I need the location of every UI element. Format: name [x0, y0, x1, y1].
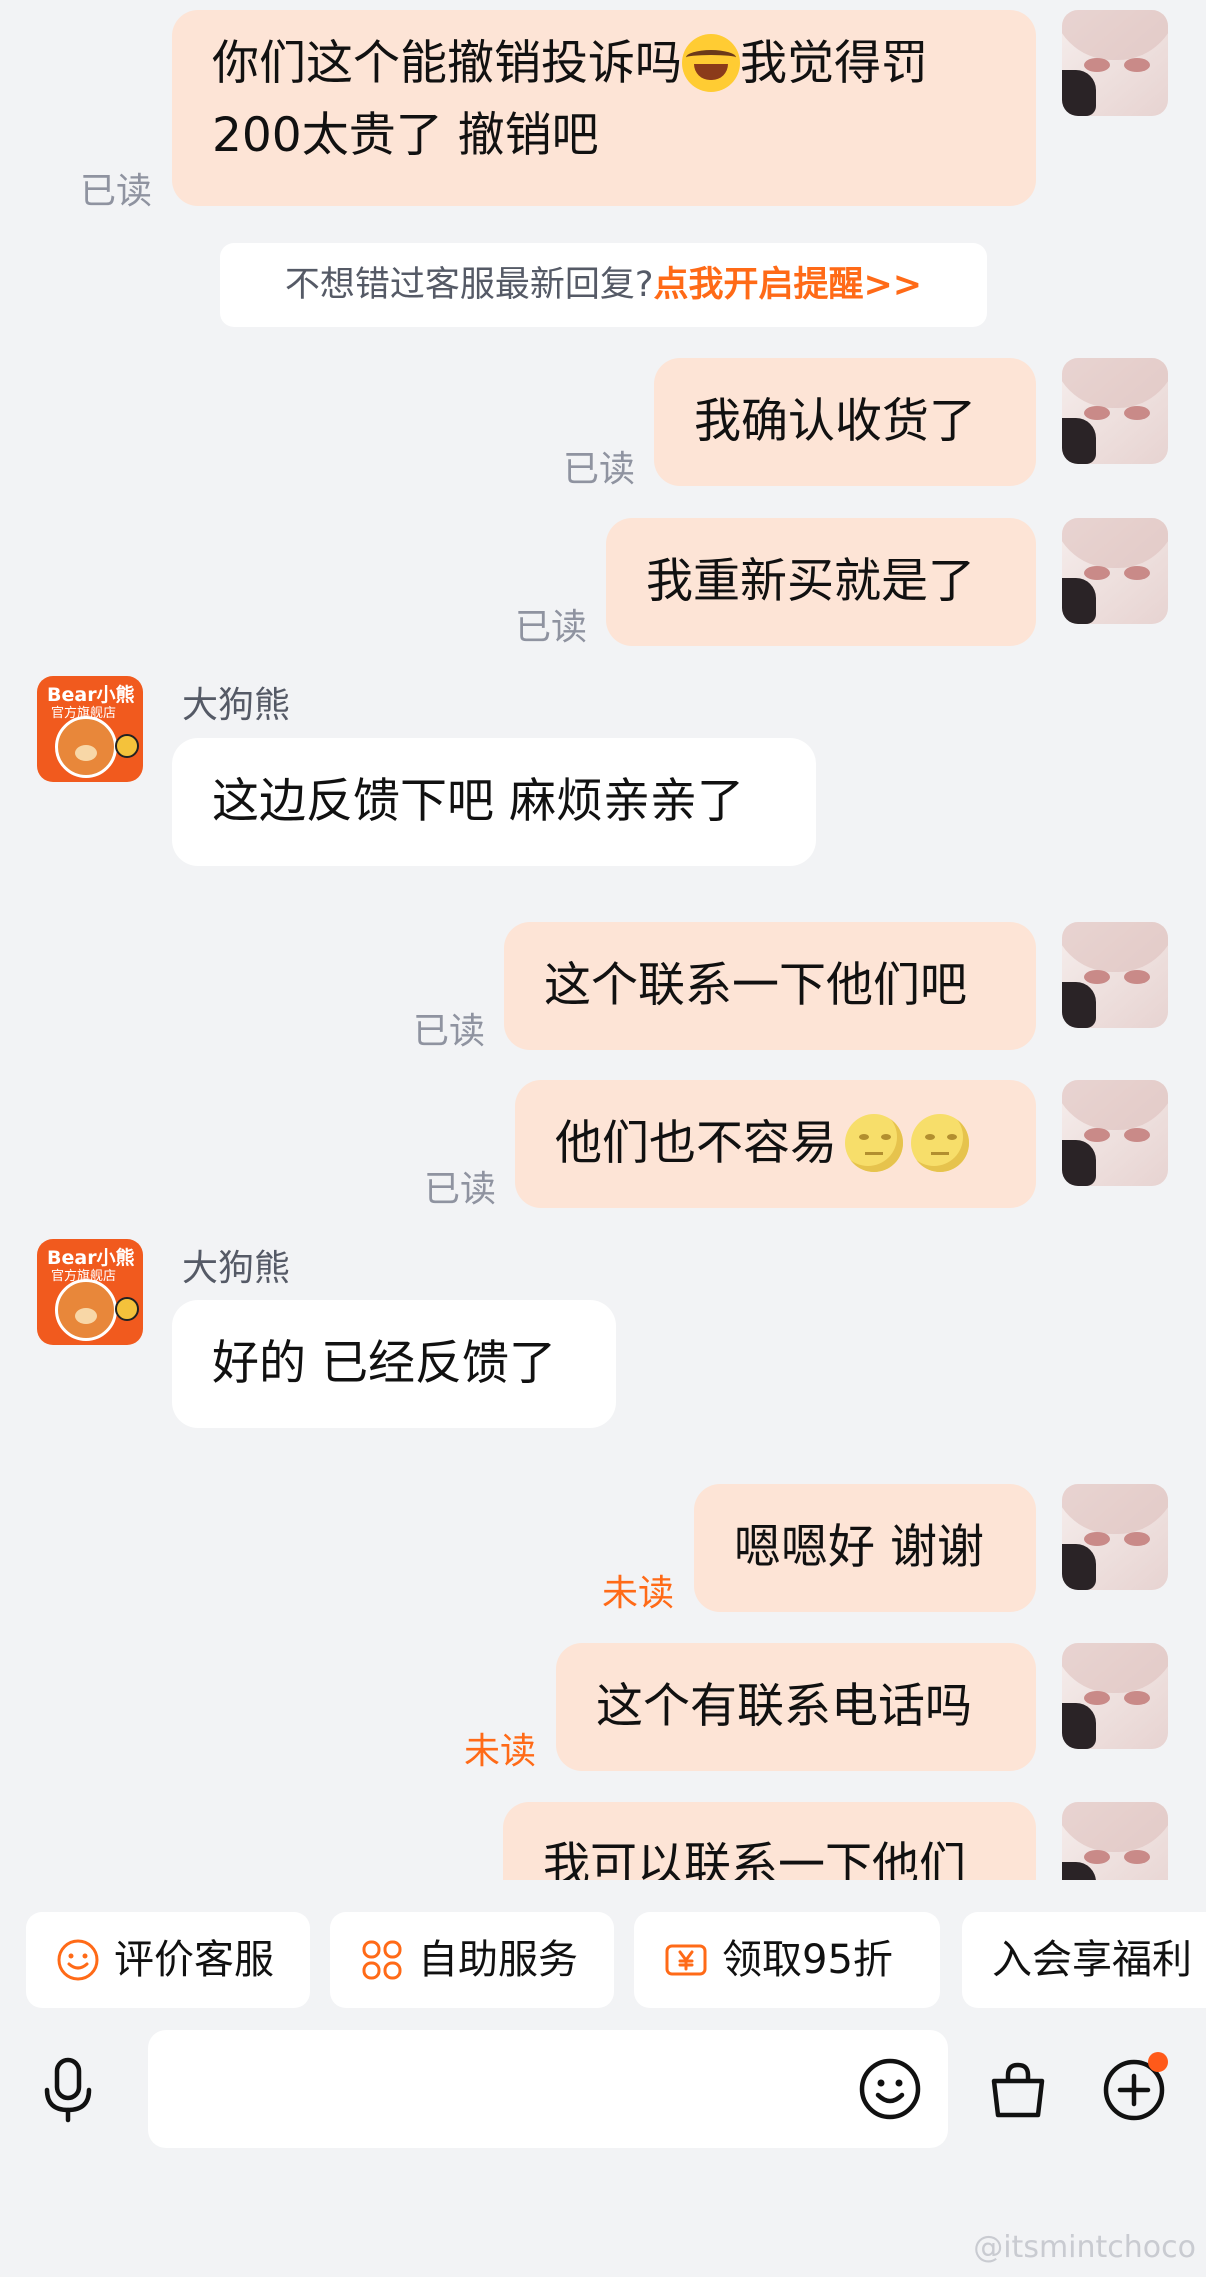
unread-status: 未读	[464, 1731, 537, 1772]
message-bubble-outgoing[interactable]: 你们这个能撤销投诉吗 我觉得罚 200太贵了 撤销吧	[172, 10, 1036, 206]
unread-status: 未读	[602, 1573, 675, 1614]
ball-icon	[115, 734, 139, 758]
face-with-tears-of-joy-icon	[682, 33, 740, 92]
quick-actions-bar: 评价客服 自助服务 领取95折 入会享福利	[0, 1912, 1206, 2008]
message-bubble-incoming[interactable]: 这边反馈下吧 麻烦亲亲了	[172, 738, 816, 866]
plus-circle-icon[interactable]	[1100, 2052, 1170, 2122]
new-moon-face-icon	[845, 1113, 903, 1172]
shop-avatar[interactable]: Bear小熊 官方旗舰店	[37, 676, 143, 782]
smiley-icon	[57, 1939, 99, 1981]
coupon-button[interactable]: 领取95折	[634, 1912, 940, 2008]
bear-mascot-icon	[55, 1279, 117, 1341]
chat-area[interactable]: 你们这个能撤销投诉吗 我觉得罚 200太贵了 撤销吧 已读 不想错过客服最新回复?…	[0, 0, 1206, 1880]
message-text: 我重新买就是了	[646, 554, 975, 609]
message-bubble-outgoing[interactable]: 这个有联系电话吗	[556, 1643, 1036, 1771]
message-text: 我可以联系一下他们	[543, 1838, 966, 1880]
message-input[interactable]	[148, 2030, 948, 2148]
read-status: 已读	[80, 171, 153, 212]
user-avatar[interactable]	[1062, 1080, 1168, 1186]
message-text: 好的 已经反馈了	[212, 1336, 556, 1391]
message-text: 这边反馈下吧 麻烦亲亲了	[212, 774, 744, 829]
microphone-icon[interactable]	[38, 2056, 98, 2126]
message-bubble-outgoing[interactable]: 这个联系一下他们吧	[504, 922, 1036, 1050]
message-text: 这个有联系电话吗	[596, 1679, 972, 1734]
user-avatar[interactable]	[1062, 518, 1168, 624]
message-text: 你们这个能撤销投诉吗	[212, 36, 682, 91]
user-avatar[interactable]	[1062, 10, 1168, 116]
chip-label: 入会享福利	[992, 1937, 1192, 1983]
message-text: 200太贵了 撤销吧	[212, 108, 599, 163]
coupon-yen-icon	[665, 1944, 707, 1976]
read-status: 已读	[413, 1011, 486, 1052]
rate-service-button[interactable]: 评价客服	[26, 1912, 310, 2008]
sender-name: 大狗熊	[182, 1248, 291, 1289]
self-service-button[interactable]: 自助服务	[330, 1912, 614, 2008]
message-text: 这个联系一下他们吧	[544, 958, 967, 1013]
ball-icon	[115, 1297, 139, 1321]
notice-text: 不想错过客服最新回复?	[284, 265, 654, 305]
new-moon-face-icon	[911, 1113, 969, 1172]
message-text: 我觉得罚	[740, 36, 928, 91]
read-status: 已读	[563, 449, 636, 490]
emoji-picker-icon[interactable]	[858, 2057, 922, 2121]
chip-label: 评价客服	[114, 1937, 274, 1983]
read-status: 已读	[515, 607, 588, 648]
input-bar	[0, 2030, 1206, 2160]
bear-mascot-icon	[55, 716, 117, 778]
message-text: 我确认收货了	[694, 394, 976, 449]
message-bubble-outgoing[interactable]: 我重新买就是了	[606, 518, 1036, 646]
sender-name: 大狗熊	[182, 685, 291, 726]
watermark: @itsmintchoco	[973, 2230, 1196, 2265]
membership-button[interactable]: 入会享福利	[962, 1912, 1206, 2008]
chip-label: 自助服务	[418, 1937, 578, 1983]
user-avatar[interactable]	[1062, 358, 1168, 464]
shop-avatar[interactable]: Bear小熊 官方旗舰店	[37, 1239, 143, 1345]
message-bubble-incoming[interactable]: 好的 已经反馈了	[172, 1300, 616, 1428]
enable-reminder-link[interactable]: 点我开启提醒>>	[653, 265, 922, 305]
message-text: 嗯嗯好 谢谢	[734, 1520, 984, 1575]
user-avatar[interactable]	[1062, 1643, 1168, 1749]
message-bubble-outgoing[interactable]: 我确认收货了	[654, 358, 1036, 486]
chip-label: 领取95折	[722, 1937, 893, 1983]
message-bubble-outgoing[interactable]: 嗯嗯好 谢谢	[694, 1484, 1036, 1612]
message-text: 他们也不容易	[555, 1116, 837, 1171]
message-bubble-outgoing[interactable]: 他们也不容易	[515, 1080, 1036, 1208]
read-status: 已读	[424, 1169, 497, 1210]
user-avatar[interactable]	[1062, 922, 1168, 1028]
grid-flower-icon	[362, 1940, 402, 1980]
shopping-bag-icon[interactable]	[986, 2057, 1050, 2121]
message-bubble-outgoing[interactable]: 我可以联系一下他们	[503, 1802, 1036, 1880]
notification-prompt[interactable]: 不想错过客服最新回复?点我开启提醒>>	[220, 243, 987, 327]
user-avatar[interactable]	[1062, 1484, 1168, 1590]
user-avatar[interactable]	[1062, 1802, 1168, 1880]
